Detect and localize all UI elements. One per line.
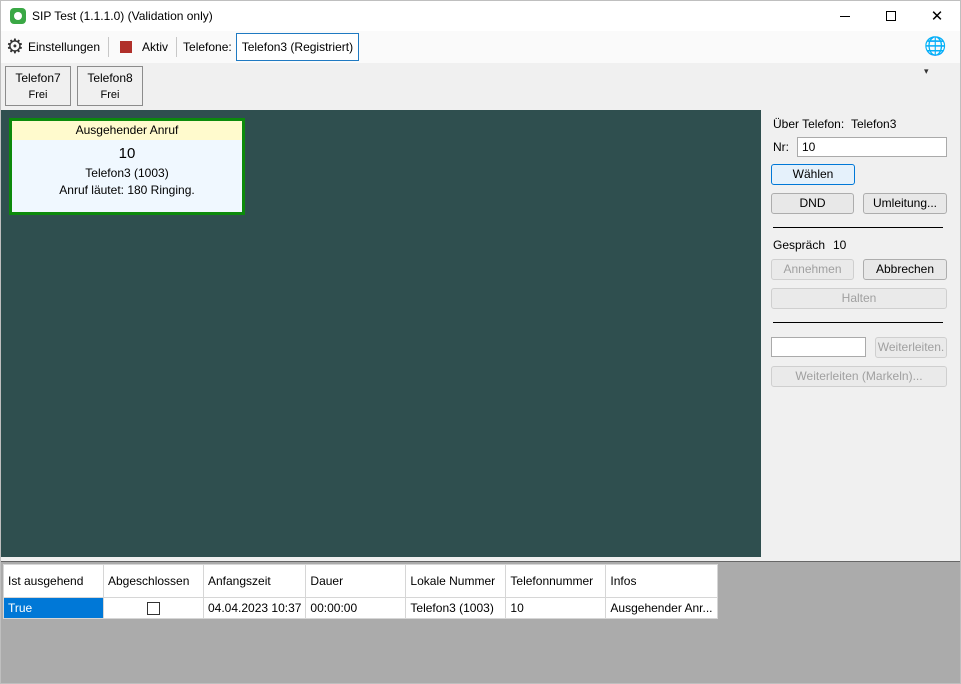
cell-local-number[interactable]: Telefon3 (1003) (405, 597, 507, 619)
call-history-grid: Ist ausgehend Abgeschlossen Anfangszeit … (1, 561, 960, 683)
call-card-status: Anruf läutet: 180 Ringing. (59, 183, 195, 197)
number-input[interactable]: 10 (797, 137, 947, 157)
phones-selected-value: Telefon3 (Registriert) (241, 40, 354, 54)
settings-button[interactable]: Einstellungen (28, 40, 100, 54)
stop-icon[interactable] (120, 41, 132, 53)
close-icon: ✕ (930, 8, 944, 25)
cell-info[interactable]: Ausgehender Anr... (605, 597, 718, 619)
toolbar: ⚙ Einstellungen Aktiv Telefone: Telefon3… (1, 31, 960, 76)
divider (773, 322, 943, 323)
minimize-icon (840, 15, 850, 17)
phone-app-icon (10, 8, 26, 24)
dial-button[interactable]: Wählen (771, 164, 855, 185)
maximize-button[interactable] (868, 1, 914, 31)
call-card[interactable]: Ausgehender Anruf 10 Telefon3 (1003) Anr… (9, 118, 245, 215)
accept-button[interactable]: Annehmen (771, 259, 854, 280)
phone-tile-name: Telefon7 (15, 71, 61, 85)
hold-button[interactable]: Halten (771, 288, 947, 309)
forward-mark-button[interactable]: Weiterleiten (Markeln)... (771, 366, 947, 387)
forward-input[interactable] (771, 337, 866, 357)
cancel-call-button[interactable]: Abbrechen (863, 259, 947, 280)
conversation-label: Gespräch (773, 238, 826, 252)
divider (773, 227, 943, 228)
window-title: SIP Test (1.1.1.0) (Validation only) (32, 9, 213, 23)
phone-tile-telefon8[interactable]: Telefon8 Frei (77, 66, 143, 106)
redirect-button[interactable]: Umleitung... (863, 193, 947, 214)
phones-dropdown[interactable]: Telefon3 (Registriert) (235, 33, 360, 61)
via-phone-value: Telefon3 (851, 117, 897, 131)
column-header[interactable]: Lokale Nummer (405, 564, 507, 598)
column-header[interactable]: Anfangszeit (202, 564, 307, 598)
forward-button[interactable]: Weiterleiten. (875, 337, 947, 358)
toolbar-separator (108, 37, 109, 57)
call-card-number: 10 (118, 145, 136, 162)
phone-tile-status: Frei (28, 89, 48, 101)
toolbar-separator (176, 37, 178, 57)
column-header[interactable]: Abgeschlossen (103, 564, 204, 598)
call-card-header: Ausgehender Anruf (12, 121, 242, 140)
call-history-table: Ist ausgehend Abgeschlossen Anfangszeit … (3, 564, 718, 619)
dnd-button[interactable]: DND (771, 193, 854, 214)
completed-checkbox[interactable] (147, 602, 160, 616)
cell-outgoing[interactable]: True (3, 597, 104, 619)
column-header[interactable]: Infos (605, 564, 718, 598)
call-card-local: Telefon3 (1003) (85, 166, 169, 180)
column-header[interactable]: Ist ausgehend (3, 564, 104, 598)
column-header[interactable]: Telefonnummer (505, 564, 607, 598)
active-toggle[interactable]: Aktiv (142, 40, 168, 54)
column-header[interactable]: Dauer (305, 564, 407, 598)
phone-tile-status: Frei (100, 89, 120, 101)
gear-icon[interactable]: ⚙ (6, 37, 24, 57)
title-bar: SIP Test (1.1.1.0) (Validation only) ✕ (1, 1, 960, 31)
calls-area: Ausgehender Anruf 10 Telefon3 (1003) Anr… (1, 110, 761, 557)
cell-phone-number[interactable]: 10 (505, 597, 607, 619)
maximize-icon (886, 11, 896, 21)
chevron-down-icon: ▾ (924, 66, 929, 76)
conversation-value: 10 (833, 238, 847, 252)
cell-duration[interactable]: 00:00:00 (305, 597, 407, 619)
table-row[interactable]: True 04.04.2023 10:37 00:00:00 Telefon3 … (3, 597, 718, 619)
cell-completed[interactable] (103, 597, 204, 619)
phone-tile-telefon7[interactable]: Telefon7 Frei (5, 66, 71, 106)
phones-label: Telefone: (183, 40, 232, 54)
via-phone-label: Über Telefon: (773, 117, 845, 131)
phone-tile-name: Telefon8 (87, 71, 133, 85)
cell-start-time[interactable]: 04.04.2023 10:37 (202, 597, 307, 619)
table-header-row: Ist ausgehend Abgeschlossen Anfangszeit … (3, 564, 718, 598)
number-label: Nr: (773, 140, 789, 154)
app-window: SIP Test (1.1.1.0) (Validation only) ✕ ⚙… (0, 0, 961, 684)
close-button[interactable]: ✕ (914, 1, 960, 31)
language-globe-icon[interactable]: 🌐▾ (924, 35, 950, 76)
minimize-button[interactable] (822, 1, 868, 31)
